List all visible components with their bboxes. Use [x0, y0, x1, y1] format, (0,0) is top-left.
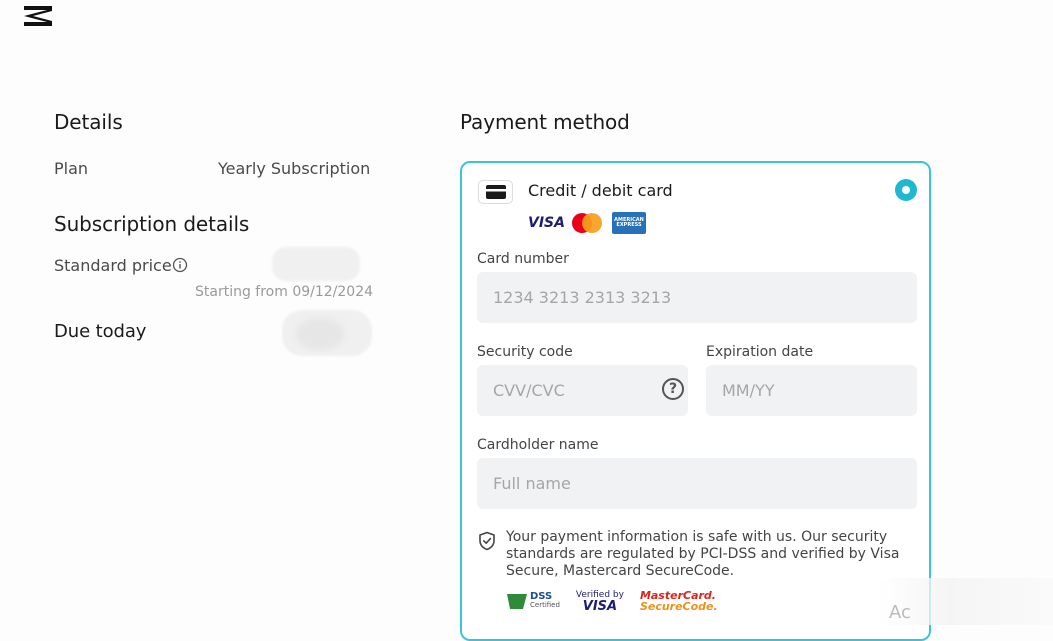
security-certifications: DSS Certified Verified by VISA MasterCar… — [506, 589, 718, 613]
standard-price-label: Standard price — [54, 256, 172, 275]
capcut-logo-icon[interactable] — [21, 3, 55, 29]
security-code-input[interactable] — [477, 365, 688, 416]
info-icon[interactable] — [172, 257, 188, 273]
activate-watermark: Ac — [889, 602, 911, 623]
credit-card-radio[interactable] — [895, 179, 917, 201]
subscription-details-title: Subscription details — [54, 212, 250, 236]
mastercard-logo-icon — [572, 213, 602, 233]
starting-from-date: Starting from 09/12/2024 — [195, 284, 374, 300]
card-number-input[interactable] — [477, 272, 917, 323]
cardholder-name-label: Cardholder name — [477, 437, 599, 453]
plan-value: Yearly Subscription — [218, 159, 371, 178]
amex-logo-icon: AMERICAN EXPRESS — [612, 212, 646, 234]
security-code-label: Security code — [477, 344, 573, 360]
shield-check-icon — [479, 531, 495, 551]
credit-card-option[interactable]: Credit / debit card VISA AMERICAN EXPRES… — [460, 161, 931, 641]
mastercard-securecode-logo-icon: MasterCard. SecureCode. — [639, 589, 718, 613]
plan-label: Plan — [54, 159, 89, 178]
visa-logo-icon: VISA — [528, 215, 565, 231]
details-title: Details — [54, 110, 123, 134]
credit-card-title: Credit / debit card — [528, 181, 673, 200]
pci-dss-logo-icon: DSS Certified — [506, 592, 560, 610]
card-brands: VISA AMERICAN EXPRESS — [528, 212, 646, 234]
security-code-field: ? — [477, 365, 688, 416]
standard-price-value-redacted — [272, 247, 360, 281]
card-number-label: Card number — [477, 251, 569, 267]
verified-by-visa-logo-icon: Verified by VISA — [575, 590, 624, 614]
due-today-label: Due today — [54, 321, 147, 342]
expiration-date-label: Expiration date — [706, 344, 814, 360]
due-today-blur-spot — [296, 318, 344, 350]
payment-method-title: Payment method — [460, 110, 630, 134]
cardholder-name-input[interactable] — [477, 458, 917, 509]
payment-safety-text: Your payment information is safe with us… — [506, 529, 900, 579]
help-icon[interactable]: ? — [662, 378, 684, 400]
expiration-date-input[interactable] — [706, 365, 917, 416]
credit-card-icon — [478, 180, 513, 204]
